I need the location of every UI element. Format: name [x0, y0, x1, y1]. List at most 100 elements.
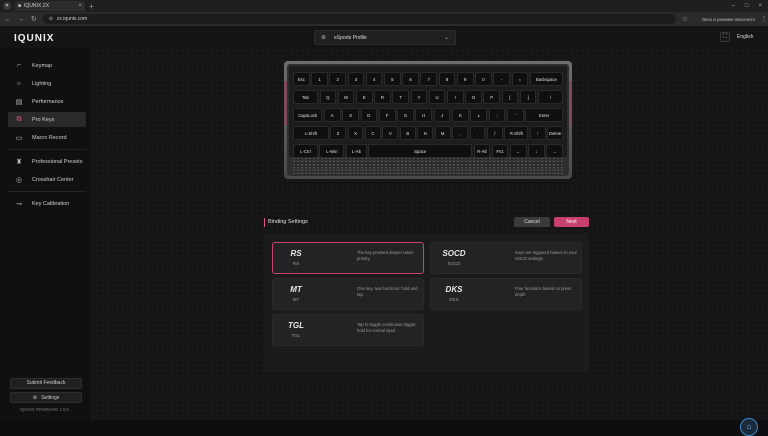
back-icon[interactable]: ← [4, 16, 12, 23]
macro-icon: ▭ [15, 134, 23, 142]
key-[interactable]: ← [510, 144, 527, 158]
key-[interactable]: ' [507, 108, 524, 122]
key-7[interactable]: 7 [420, 72, 438, 86]
key-u[interactable]: U [428, 90, 446, 104]
key-n[interactable]: N [417, 126, 434, 140]
key-[interactable]: , [452, 126, 468, 140]
binding-card-rs[interactable]: RS RS The key pressed deeper takes prior… [272, 242, 424, 274]
key-9[interactable]: 9 [456, 72, 474, 86]
key-[interactable]: = [511, 72, 529, 86]
key-h[interactable]: H [415, 108, 433, 122]
browser-menu-icon[interactable]: ⋮ [760, 15, 768, 23]
binding-card-dks[interactable]: DKS DKS Four functions based on press de… [430, 278, 582, 310]
key-4[interactable]: 4 [365, 72, 383, 86]
sidebar-item-lighting[interactable]: ☼ Lighting [8, 76, 86, 91]
profile-select[interactable]: ⊕ eSports Profile ⌄ [314, 30, 456, 45]
key-0[interactable]: 0 [475, 72, 492, 86]
close-window-icon[interactable]: × [758, 3, 762, 9]
sidebar-item-keymap[interactable]: ⌐ Keymap [8, 58, 86, 73]
reload-icon[interactable]: ↻ [30, 15, 38, 23]
sidebar-item-pro-keys[interactable]: ⧉ Pro Keys [8, 112, 86, 127]
key-e[interactable]: E [355, 90, 373, 104]
site-info-icon[interactable]: ⊙ [49, 16, 53, 22]
key-y[interactable]: Y [410, 90, 428, 104]
key-f[interactable]: F [378, 108, 396, 122]
key-fn1[interactable]: Fn1 [491, 144, 509, 158]
key-5[interactable]: 5 [384, 72, 401, 86]
key-m[interactable]: M [434, 126, 451, 140]
key-tab[interactable]: Tab [293, 90, 318, 104]
next-button[interactable]: Next [554, 217, 589, 227]
key-[interactable]: ↑ [529, 126, 546, 140]
key-1[interactable]: 1 [311, 72, 328, 86]
sidebar-item-crosshair-center[interactable]: ◎ Crosshair Center [8, 172, 86, 187]
key-a[interactable]: A [323, 108, 341, 122]
browser-tab[interactable]: ■ IQUNIX ZX × [15, 1, 85, 11]
key-o[interactable]: O [465, 90, 482, 104]
url-input[interactable]: ⊙ zx.iqunix.com [42, 14, 676, 24]
key-[interactable]: \ [538, 90, 563, 104]
minimize-icon[interactable]: – [732, 3, 735, 9]
binding-card-socd[interactable]: SOCD SOCD Keys are triggered based on yo… [430, 242, 582, 274]
key-[interactable]: → [546, 144, 563, 158]
key-i[interactable]: I [447, 90, 464, 104]
key-rshift[interactable]: R-Shift [504, 126, 529, 140]
key-capslock[interactable]: CapsLock [293, 108, 323, 122]
submit-feedback-button[interactable]: Submit Feedback [10, 378, 82, 389]
fullscreen-icon[interactable]: ⛶ [720, 32, 730, 42]
tab-close-icon[interactable]: × [78, 3, 82, 9]
key-c[interactable]: C [365, 126, 381, 140]
key-k[interactable]: K [452, 108, 469, 122]
sidebar-item-macro-record[interactable]: ▭ Macro Record [8, 130, 86, 145]
key-l[interactable]: L [470, 108, 488, 122]
key-enter[interactable]: Enter [525, 108, 563, 122]
key-8[interactable]: 8 [438, 72, 456, 86]
key-[interactable]: [ [501, 90, 519, 104]
key-[interactable]: ] [519, 90, 537, 104]
key-p[interactable]: P [483, 90, 501, 104]
key-z[interactable]: Z [330, 126, 346, 140]
key-b[interactable]: B [399, 126, 416, 140]
key-lctrl[interactable]: L-Ctrl [293, 144, 318, 158]
cancel-button[interactable]: Cancel [514, 217, 550, 227]
bookmark-icon[interactable]: ☆ [681, 15, 689, 23]
language-selector[interactable]: English [737, 34, 753, 40]
settings-button[interactable]: ⚙ Settings [10, 392, 82, 403]
key-delete[interactable]: Delete [547, 126, 563, 140]
key-2[interactable]: 2 [329, 72, 347, 86]
support-chat-icon[interactable]: ⌂ [740, 418, 758, 436]
key-lshift[interactable]: L-Shift [293, 126, 329, 140]
key-ralt[interactable]: R-Alt [473, 144, 491, 158]
key-[interactable]: ↓ [528, 144, 545, 158]
key-[interactable]: . [469, 126, 486, 140]
key-space[interactable]: Space [368, 144, 473, 158]
binding-card-mt[interactable]: MT MT One key, two functions: hold and t… [272, 278, 424, 310]
sidebar-item-professional-presets[interactable]: ♜ Professional Presets [8, 154, 86, 169]
key-t[interactable]: T [392, 90, 409, 104]
sidebar-item-key-calibration[interactable]: ⊸ Key Calibration [8, 196, 86, 211]
key-backspace[interactable]: Backspace [529, 72, 563, 86]
key-d[interactable]: D [360, 108, 378, 122]
key-j[interactable]: J [433, 108, 451, 122]
key-[interactable]: ; [488, 108, 506, 122]
key-esc[interactable]: Esc [293, 72, 310, 86]
key-q[interactable]: Q [319, 90, 337, 104]
key-w[interactable]: W [337, 90, 355, 104]
key-3[interactable]: 3 [347, 72, 365, 86]
forward-icon[interactable]: → [17, 16, 25, 23]
key-[interactable]: - [493, 72, 510, 86]
new-tab-icon[interactable]: + [89, 2, 94, 11]
sidebar-item-performance[interactable]: ▤ Performance [8, 94, 86, 109]
maximize-icon[interactable]: □ [745, 3, 749, 9]
key-g[interactable]: G [397, 108, 414, 122]
key-lalt[interactable]: L-Alt [345, 144, 367, 158]
tab-menu-icon[interactable]: ▾ [3, 2, 11, 10]
key-x[interactable]: X [347, 126, 364, 140]
key-s[interactable]: S [342, 108, 359, 122]
key-lwin[interactable]: L-Win [319, 144, 345, 158]
binding-card-tgl[interactable]: TGL TGL Tap to toggle continuous trigger… [272, 314, 424, 346]
key-v[interactable]: V [382, 126, 399, 140]
key-r[interactable]: R [374, 90, 391, 104]
key-[interactable]: / [487, 126, 503, 140]
key-6[interactable]: 6 [402, 72, 419, 86]
